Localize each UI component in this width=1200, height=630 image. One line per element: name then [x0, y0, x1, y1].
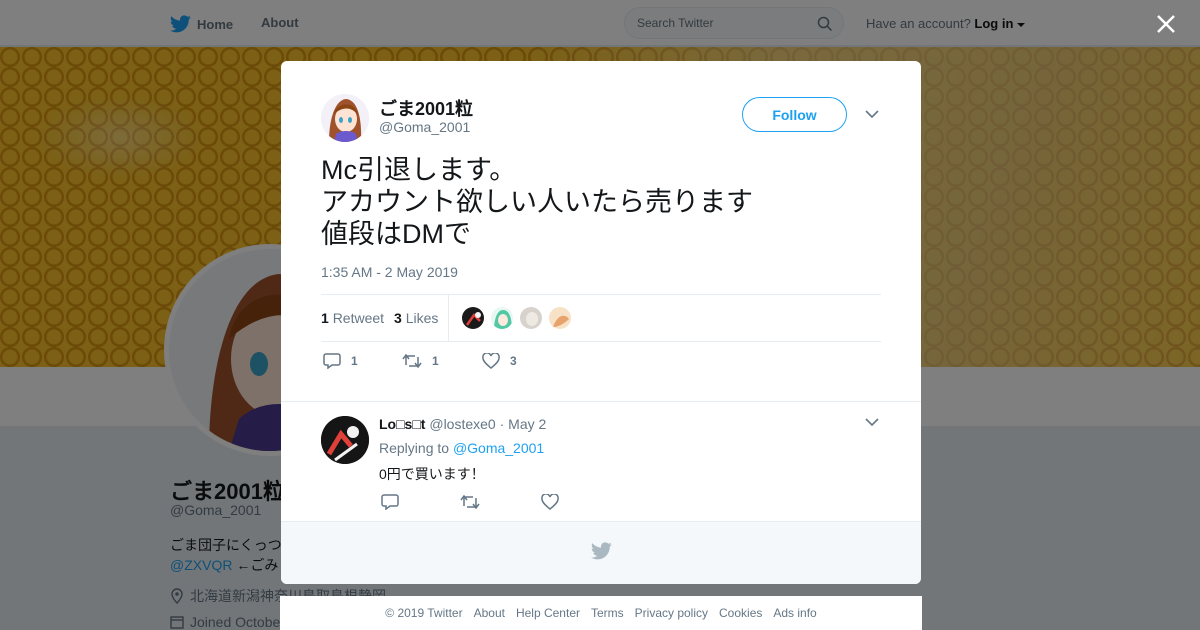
reply-tweet[interactable]: Lo□s□t @lostexe0 · May 2 Replying to @Go… — [281, 401, 921, 521]
retweet-icon — [402, 353, 422, 369]
tweet-author-name[interactable]: ごま2001粒 — [379, 95, 473, 121]
replying-to: Replying to @Goma_2001 — [379, 440, 544, 456]
liker-avatar[interactable] — [548, 306, 572, 330]
liker-avatar[interactable] — [519, 306, 543, 330]
close-icon[interactable] — [1154, 12, 1178, 36]
chevron-down-icon[interactable] — [865, 109, 879, 119]
reply-action[interactable]: 1 — [323, 353, 358, 369]
like-action[interactable]: 3 — [482, 353, 517, 369]
retweet-action-count: 1 — [432, 354, 439, 368]
tweet-stats: 1 Retweet 3 Likes — [321, 294, 881, 342]
chevron-down-icon[interactable] — [865, 417, 879, 427]
reply-author-name[interactable]: Lo□s□t — [379, 416, 425, 432]
tweet-author-avatar-image — [321, 94, 369, 142]
heart-icon[interactable] — [541, 494, 559, 510]
tweet-author-handle[interactable]: @Goma_2001 — [379, 119, 470, 135]
footer-about-link[interactable]: About — [474, 606, 505, 620]
liker-avatar[interactable] — [461, 306, 485, 330]
reply-date[interactable]: · May 2 — [500, 416, 547, 432]
reply-author-handle[interactable]: @lostexe0 — [429, 416, 495, 432]
tweet-modal: ごま2001粒 @Goma_2001 Follow Mc引退します。 アカウント… — [281, 61, 921, 584]
likes-stat-label: Likes — [405, 310, 439, 326]
follow-button[interactable]: Follow — [742, 97, 847, 132]
tweet-timestamp[interactable]: 1:35 AM - 2 May 2019 — [321, 264, 458, 280]
likes-stat[interactable]: 3 Likes — [394, 310, 438, 326]
tweet-actions: 1 1 3 — [321, 353, 621, 373]
modal-footer — [281, 521, 921, 584]
retweet-action[interactable]: 1 — [402, 353, 439, 369]
tweet-text: Mc引退します。 アカウント欲しい人いたら売ります 値段はDMで — [321, 155, 753, 249]
footer-terms-link[interactable]: Terms — [591, 606, 624, 620]
footer-ads-link[interactable]: Ads info — [773, 606, 816, 620]
reply-author-avatar[interactable] — [321, 416, 369, 464]
liker-avatar[interactable] — [490, 306, 514, 330]
like-action-count: 3 — [510, 354, 517, 368]
retweet-stat-label: Retweet — [332, 310, 385, 326]
tweet-author-avatar[interactable] — [321, 94, 369, 142]
reply-text: 0円で買います！ — [379, 466, 485, 482]
replying-prefix: Replying to — [379, 440, 453, 456]
footer-copyright: © 2019 Twitter — [385, 606, 463, 620]
retweet-count: 1 — [321, 310, 329, 326]
footer-links: © 2019 Twitter About Help Center Terms P… — [280, 596, 922, 630]
reply-author-avatar-image — [321, 416, 369, 464]
reply-action-count: 1 — [351, 354, 358, 368]
heart-icon — [482, 353, 500, 369]
retweet-stat[interactable]: 1 Retweet — [321, 310, 384, 326]
footer-help-link[interactable]: Help Center — [516, 606, 580, 620]
twitter-bird-icon — [591, 542, 612, 560]
likes-count: 3 — [394, 310, 402, 326]
footer-privacy-link[interactable]: Privacy policy — [635, 606, 708, 620]
footer-cookies-link[interactable]: Cookies — [719, 606, 762, 620]
stats-divider — [448, 295, 449, 341]
reply-icon — [323, 353, 341, 369]
retweet-icon[interactable] — [460, 494, 480, 510]
replying-to-link[interactable]: @Goma_2001 — [453, 440, 544, 456]
reply-icon[interactable] — [381, 494, 399, 510]
reply-header: Lo□s□t @lostexe0 · May 2 — [379, 416, 546, 432]
